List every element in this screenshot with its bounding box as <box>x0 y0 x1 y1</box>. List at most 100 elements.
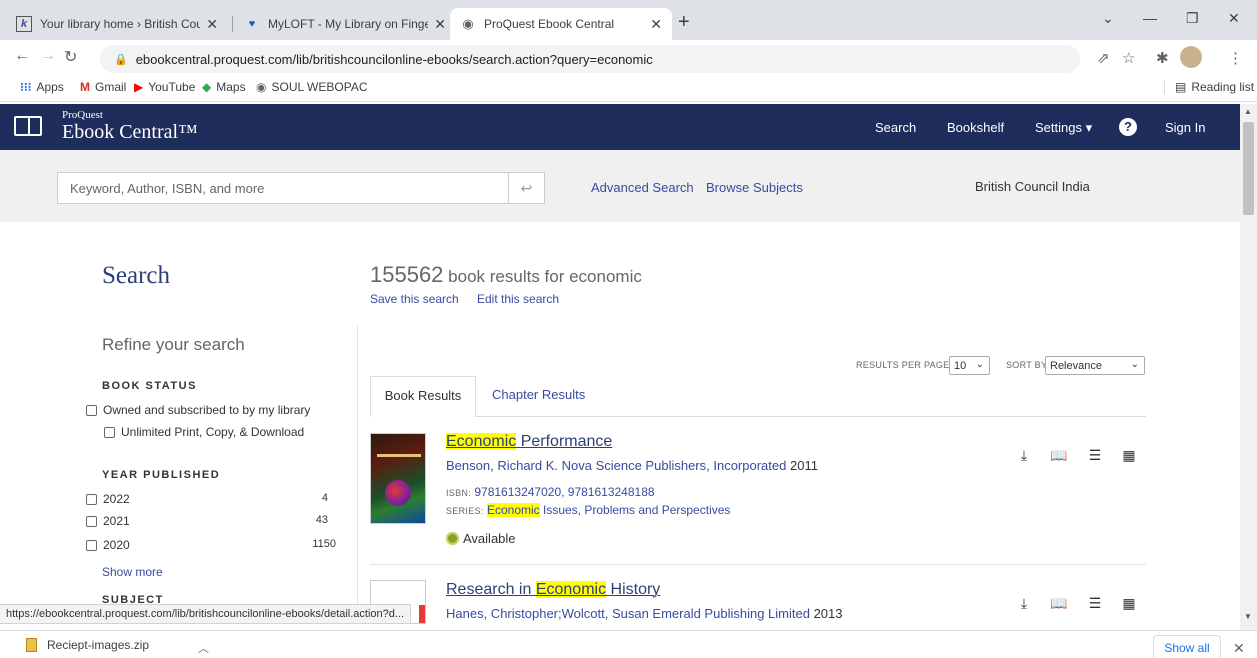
profile-avatar[interactable] <box>1180 46 1202 68</box>
url-text: ebookcentral.proquest.com/lib/britishcou… <box>135 51 653 67</box>
close-tab-icon[interactable]: ✕ <box>434 16 446 33</box>
facet-year-2021[interactable]: 2021 <box>86 514 130 528</box>
share-icon[interactable]: ⇗ <box>1097 49 1110 67</box>
checkbox[interactable] <box>104 426 115 438</box>
download-icon[interactable]: ⤓ <box>1013 444 1035 466</box>
scroll-down-arrow-icon[interactable]: ▼ <box>1244 612 1252 621</box>
nav-settings[interactable]: Settings ▾ <box>1035 120 1092 136</box>
bookmark-youtube[interactable]: ▶ YouTube <box>134 80 195 94</box>
page-title: Search <box>102 262 171 289</box>
bookmark-maps[interactable]: ◆ Maps <box>202 80 246 94</box>
availability-label: Available <box>463 531 516 546</box>
facet-heading-year: YEAR PUBLISHED <box>102 469 221 481</box>
add-to-bookshelf-icon[interactable]: ▦ <box>1118 592 1140 614</box>
search-submit-enter-icon[interactable]: ↩ <box>509 172 545 204</box>
chevron-down-icon: ⌄ <box>975 359 984 370</box>
browse-subjects-link[interactable]: Browse Subjects <box>706 180 803 195</box>
show-more-years-link[interactable]: Show more <box>102 565 163 579</box>
brand-ebook-central[interactable]: Ebook Central™ <box>62 121 198 144</box>
download-item[interactable]: Reciept-images.zip <box>26 638 149 652</box>
authors-publisher-link[interactable]: Benson, Richard K. Nova Science Publishe… <box>446 458 786 473</box>
bookmark-gmail[interactable]: M Gmail <box>80 80 126 94</box>
new-tab-button[interactable]: + <box>678 12 690 32</box>
facet-year-2022[interactable]: 2022 <box>86 492 130 506</box>
keyword-search-input[interactable] <box>57 172 509 204</box>
maps-icon: ◆ <box>202 80 212 94</box>
tab-book-results[interactable]: Book Results <box>370 376 476 417</box>
facet-unlimited-access[interactable]: Unlimited Print, Copy, & Download <box>104 425 304 439</box>
nav-bookshelf[interactable]: Bookshelf <box>947 120 1004 135</box>
minimize-window-icon[interactable]: — <box>1143 10 1157 26</box>
close-window-icon[interactable]: ✕ <box>1228 10 1240 27</box>
nav-sign-in[interactable]: Sign In <box>1165 120 1205 135</box>
cover-globe-graphic <box>385 480 411 506</box>
authors-publisher-link[interactable]: Hanes, Christopher;Wolcott, Susan Emeral… <box>446 606 810 621</box>
advanced-search-link[interactable]: Advanced Search <box>591 180 694 195</box>
show-all-downloads-button[interactable]: Show all <box>1153 635 1221 658</box>
download-icon[interactable]: ⤓ <box>1013 592 1035 614</box>
available-status-icon <box>446 532 459 545</box>
extensions-puzzle-icon[interactable]: ✱ <box>1156 49 1169 67</box>
checkbox[interactable] <box>86 515 97 527</box>
checkbox[interactable] <box>86 404 97 416</box>
read-online-book-icon[interactable]: 📖 <box>1048 444 1070 466</box>
apps-grid-icon: ⁝⁝⁝ <box>20 80 32 94</box>
open-book-logo-icon[interactable] <box>14 116 42 136</box>
back-arrow-icon[interactable]: ← <box>14 47 30 65</box>
chevron-up-icon[interactable]: ︿ <box>198 640 209 656</box>
tab-separator <box>232 16 233 32</box>
table-of-contents-icon[interactable]: ☰ <box>1084 592 1106 614</box>
institution-name: British Council India <box>975 179 1090 194</box>
tabs-underline <box>370 416 1146 417</box>
publication-year: 2011 <box>789 458 818 473</box>
refine-heading: Refine your search <box>102 335 245 354</box>
bookmark-star-icon[interactable]: ☆ <box>1122 49 1135 67</box>
sort-by-select[interactable]: Relevance ⌄ <box>1045 356 1145 375</box>
lock-icon: 🔒 <box>114 53 128 66</box>
book-cover-image[interactable] <box>370 433 426 524</box>
forward-arrow-icon[interactable]: → <box>40 47 56 65</box>
close-tab-icon[interactable]: ✕ <box>650 16 662 33</box>
read-online-book-icon[interactable]: 📖 <box>1048 592 1070 614</box>
facet-label: 2022 <box>103 492 130 506</box>
scroll-up-arrow-icon[interactable]: ▲ <box>1244 107 1252 116</box>
bookmark-apps[interactable]: ⁝⁝⁝ Apps <box>20 80 64 94</box>
select-value: 10 <box>954 359 967 372</box>
close-tab-icon[interactable]: ✕ <box>206 16 218 33</box>
result-title-link[interactable]: Economic Performance <box>446 433 612 451</box>
series-link[interactable]: Economic Issues, Problems and Perspectiv… <box>486 503 730 517</box>
cover-title-bar <box>377 454 421 457</box>
result-title-link[interactable]: Research in Economic History <box>446 581 660 599</box>
series-label: SERIES: <box>446 506 484 516</box>
close-downloads-bar-icon[interactable]: ✕ <box>1233 640 1245 657</box>
table-of-contents-icon[interactable]: ☰ <box>1084 444 1106 466</box>
checkbox[interactable] <box>86 539 97 551</box>
globe-favicon-icon: ◉ <box>462 16 474 31</box>
youtube-icon: ▶ <box>134 80 144 94</box>
browser-menu-icon[interactable]: ⋮ <box>1228 49 1243 67</box>
brand-proquest: ProQuest <box>62 109 103 121</box>
edit-search-link[interactable]: Edit this search <box>477 292 559 306</box>
title-text: History <box>606 581 661 598</box>
nav-search[interactable]: Search <box>875 120 916 135</box>
tab-chapter-results[interactable]: Chapter Results <box>492 387 585 402</box>
add-to-bookshelf-icon[interactable]: ▦ <box>1118 444 1140 466</box>
facet-year-2020[interactable]: 2020 <box>86 538 130 552</box>
highlight-term: Economic <box>486 503 540 517</box>
browser-tab-library-home[interactable]: k Your library home › British Counc ✕ <box>6 8 228 40</box>
tab-search-chevron-icon[interactable]: ⌄ <box>1102 10 1114 27</box>
facet-owned-subscribed[interactable]: Owned and subscribed to by my library <box>86 403 310 417</box>
reload-icon[interactable]: ↻ <box>64 47 77 67</box>
url-bar[interactable]: 🔒 ebookcentral.proquest.com/lib/britishc… <box>100 45 1080 73</box>
checkbox[interactable] <box>86 493 97 505</box>
globe-icon: ◉ <box>256 80 267 94</box>
help-icon[interactable]: ? <box>1119 118 1137 136</box>
restore-window-icon[interactable]: ❐ <box>1186 10 1199 27</box>
browser-tab-proquest[interactable]: ◉ ProQuest Ebook Central ✕ <box>450 8 672 40</box>
browser-tab-myloft[interactable]: ♥ MyLOFT - My Library on Finger T ✕ <box>234 8 456 40</box>
save-search-link[interactable]: Save this search <box>370 292 459 306</box>
reading-list-button[interactable]: ▤ Reading list <box>1164 80 1254 94</box>
results-per-page-select[interactable]: 10 ⌄ <box>949 356 990 375</box>
bookmark-soul-webopac[interactable]: ◉ SOUL WEBOPAC <box>256 80 368 94</box>
scrollbar-thumb[interactable] <box>1243 122 1254 215</box>
